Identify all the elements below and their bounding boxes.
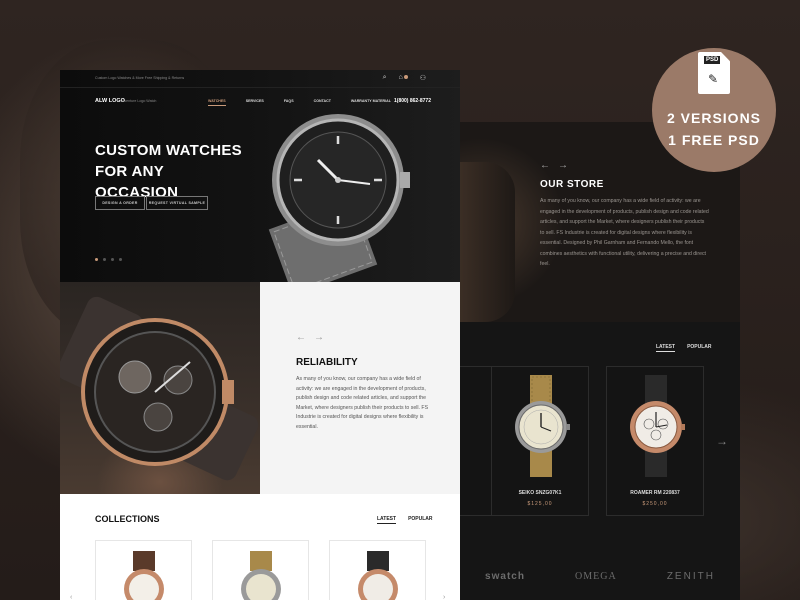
reliability-text: As many of you know, our company has a w… — [296, 376, 429, 430]
watch-image — [630, 375, 685, 477]
badge-line-free-psd: 1 FREE PSD — [668, 132, 760, 148]
brand-logo: swatch — [485, 570, 525, 582]
product-price: $125,00 — [527, 501, 553, 507]
logo[interactable]: ALW LOGO — [95, 98, 125, 104]
pen-icon: ✎ — [708, 72, 719, 86]
tab-popular[interactable]: POPULAR — [687, 344, 711, 350]
slider-dot[interactable] — [95, 258, 98, 261]
search-icon[interactable]: ⌕ — [383, 74, 387, 82]
nav-item-contact[interactable]: CONTACT — [314, 99, 331, 106]
nav-menu: WATCHES SERVICES FAQS CONTACT WARRANTY M… — [208, 99, 391, 106]
cart-badge-icon — [403, 75, 408, 80]
hero-watch-image — [268, 114, 410, 282]
main-nav: ALW LOGO Aventure Logo Watch WATCHES SER… — [60, 96, 460, 108]
reliability-panel: ←→ RELIABILITY As many of you know, our … — [260, 282, 460, 494]
collection-card[interactable] — [95, 540, 192, 600]
prev-arrow-icon[interactable]: ← — [296, 332, 314, 343]
hero-section: Custom Logo Watches & More Free Shipping… — [60, 70, 460, 282]
slider-dot[interactable] — [103, 258, 106, 261]
hero-title: CUSTOM WATCHES FOR ANY OCCASION — [95, 142, 242, 201]
tab-popular[interactable]: POPULAR — [408, 516, 432, 522]
product-tabs: LATEST POPULAR — [656, 344, 724, 352]
reliability-image — [60, 282, 260, 494]
user-icon[interactable]: ⚇ — [420, 74, 426, 82]
request-sample-button[interactable]: REQUEST VIRTUAL SAMPLE — [146, 196, 208, 210]
watch-image — [124, 551, 164, 600]
top-bar-icons: ⌕ ⌂ ⚇ — [383, 74, 426, 82]
product-price: $250,00 — [642, 501, 668, 507]
phone-number[interactable]: 1(800) 862-8772 — [394, 98, 431, 104]
next-arrow-icon[interactable]: → — [314, 332, 332, 343]
badge-line-versions: 2 VERSIONS — [666, 110, 762, 126]
brand-logos: swatch OMEGA ZENITH — [460, 552, 740, 600]
product-name: SEIKO SNZG07K1 — [518, 490, 562, 496]
nav-item-warranty[interactable]: WARRANTY MATERIAL — [351, 99, 391, 106]
tab-latest[interactable]: LATEST — [377, 516, 397, 524]
collections-section: COLLECTIONS LATEST POPULAR ‹ › — [60, 494, 460, 600]
collections-title: COLLECTIONS — [95, 514, 160, 524]
design-order-button[interactable]: DESIGN A ORDER — [95, 196, 145, 210]
light-page-preview: Custom Logo Watches & More Free Shipping… — [60, 70, 460, 600]
store-title: OUR STORE — [540, 179, 604, 190]
prev-arrow-icon[interactable]: ‹ — [70, 594, 72, 600]
watch-image — [515, 375, 570, 477]
slider-dots — [95, 258, 122, 261]
logo-subtitle: Aventure Logo Watch — [122, 99, 157, 103]
reliability-slider-arrows: ←→ — [296, 332, 332, 343]
watch-image — [241, 551, 281, 600]
nav-item-watches[interactable]: WATCHES — [208, 99, 226, 106]
brand-logo: ZENITH — [666, 570, 715, 582]
next-arrow-icon[interactable]: › — [443, 594, 445, 600]
product-card[interactable]: SEIKO SNZG07K1 $125,00 — [491, 366, 589, 516]
chronograph-watch-image — [60, 296, 259, 481]
dark-page-preview: ←→ OUR STORE As many of you know, our co… — [460, 122, 740, 600]
slider-dot[interactable] — [119, 258, 122, 261]
tagline: Custom Logo Watches & More Free Shipping… — [95, 76, 185, 80]
collection-card[interactable] — [329, 540, 426, 600]
brand-logo: OMEGA — [575, 570, 617, 582]
collection-card[interactable] — [212, 540, 309, 600]
nav-item-faqs[interactable]: FAQS — [284, 99, 294, 106]
store-slider-arrows: ←→ — [540, 160, 576, 171]
watch-strap-image — [460, 162, 515, 322]
promo-badge: PSD ✎ 2 VERSIONS 1 FREE PSD — [652, 48, 776, 172]
watch-image — [358, 551, 398, 600]
psd-file-label: PSD — [704, 56, 721, 64]
store-text: As many of you know, our company has a w… — [540, 198, 709, 267]
slider-dot[interactable] — [111, 258, 114, 261]
product-card[interactable]: ROAMER RM 220837 $250,00 — [606, 366, 704, 516]
tab-latest[interactable]: LATEST — [656, 344, 676, 352]
reliability-title: RELIABILITY — [296, 357, 358, 368]
cart-icon[interactable]: ⌂ — [398, 74, 408, 82]
prev-arrow-icon[interactable]: ← — [540, 160, 558, 171]
next-arrow-icon[interactable]: → — [558, 160, 576, 171]
product-name: ROAMER RM 220837 — [630, 490, 680, 496]
next-arrow-icon[interactable]: → — [716, 434, 728, 448]
collection-tabs: LATEST POPULAR — [377, 516, 445, 524]
top-bar: Custom Logo Watches & More Free Shipping… — [60, 70, 460, 88]
nav-item-services[interactable]: SERVICES — [246, 99, 264, 106]
